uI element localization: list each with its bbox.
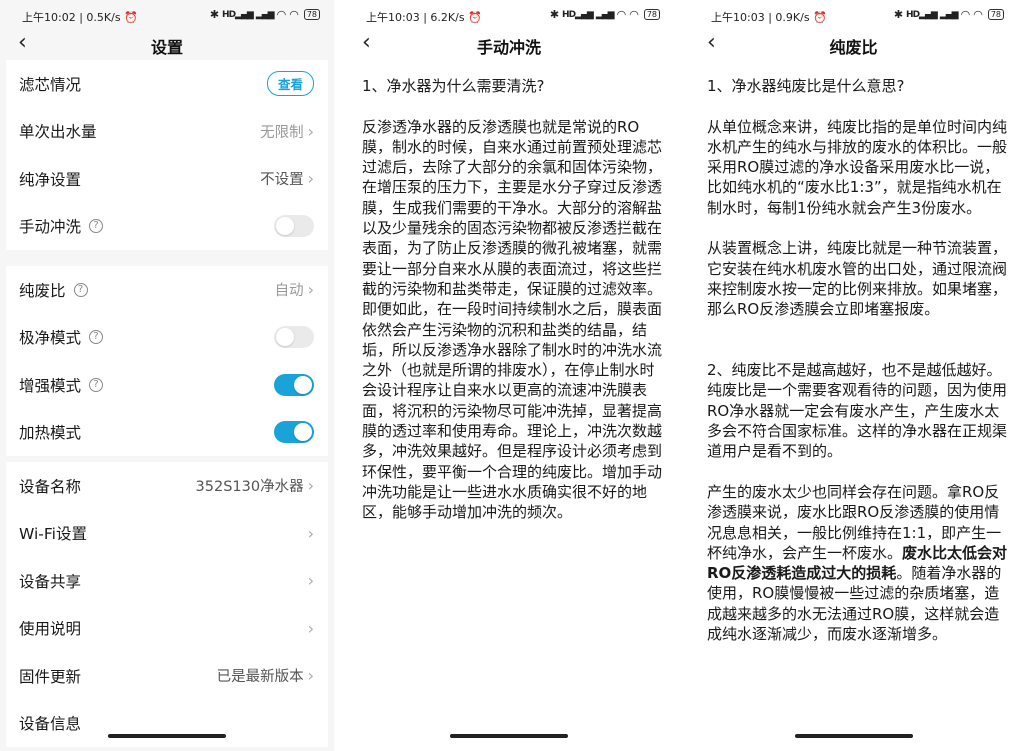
bluetooth-icon: ✱ (209, 8, 220, 21)
row-user-manual[interactable]: 使用说明 › (6, 605, 328, 653)
row-manual-flush: 手动冲洗 ? (6, 203, 328, 251)
row-ultra-pure-mode: 极净模式 ? (6, 314, 328, 362)
home-indicator[interactable] (108, 734, 226, 738)
row-heating-mode: 加热模式 (6, 409, 328, 457)
bluetooth-icon: ✱ (893, 8, 904, 21)
chevron-right-icon: › (307, 280, 314, 300)
nav-bar: ‹ 设置 (0, 30, 334, 58)
status-speed: 6.2K/s (430, 11, 465, 24)
article-paragraph: 反渗透净水器的反渗透膜也就是常说的RO膜，制水的时候，自来水通过前置预处理滤芯过… (362, 117, 663, 522)
page-title: 设置 (150, 38, 183, 57)
article-paragraph: 纯废比是一个需要客观看待的问题，因为使用RO净水器就一定会有废水产生，产生废水太… (707, 381, 1008, 461)
chevron-right-icon: › (307, 476, 314, 496)
row-waste-ratio[interactable]: 纯废比 ? 自动 › (6, 266, 328, 314)
status-time: 上午10:02 (22, 11, 76, 24)
hotspot-icon: ◠ (973, 8, 983, 21)
home-indicator[interactable] (794, 734, 913, 738)
page-title: 纯废比 (829, 38, 878, 57)
row-filter-status[interactable]: 滤芯情况 查看 (6, 60, 328, 108)
bluetooth-icon: ✱ (549, 8, 560, 21)
home-indicator[interactable] (450, 734, 568, 738)
wifi-icon: ◠ (616, 8, 627, 21)
article-paragraph: 产生的废水太少也同样会存在问题。拿RO反渗透膜来说，废水比跟RO反渗透膜的使用情… (707, 482, 1008, 644)
battery-icon: 78 (303, 9, 320, 20)
chevron-right-icon: › (307, 169, 314, 189)
wifi-icon: ◠ (276, 8, 287, 21)
article-paragraph: 从单位概念来讲，纯废比指的是单位时间内纯水机产生的纯水与排放的废水的体积比。一般… (707, 117, 1008, 217)
help-icon[interactable]: ? (89, 377, 104, 392)
battery-icon: 78 (643, 9, 660, 20)
signal-icon: HD▂▄▆ (222, 9, 254, 20)
settings-group-2: 纯废比 ? 自动 › 极净模式 ? 增强模式 ? 加热模式 (6, 266, 328, 456)
manual-flush-toggle[interactable] (274, 215, 314, 238)
chevron-right-icon: › (307, 523, 314, 543)
heating-mode-toggle[interactable] (274, 421, 314, 444)
hotspot-icon: ◠ (289, 8, 299, 21)
settings-group-1: 滤芯情况 查看 单次出水量 无限制 › 纯净设置 不设置 › 手动冲洗 ? (6, 60, 328, 250)
row-boost-mode: 增强模式 ? (6, 361, 328, 409)
row-single-output[interactable]: 单次出水量 无限制 › (6, 108, 328, 156)
status-bar: 上午10:03 | 6.2K/s ⏰ ✱ HD▂▄▆ ▂▄▆ ◠ ◠ 78 (344, 7, 674, 25)
chevron-right-icon: › (307, 618, 314, 638)
help-icon[interactable]: ? (89, 330, 104, 345)
page-title: 手动冲洗 (476, 38, 541, 57)
article-heading: 1、净水器纯废比是什么意思? (707, 77, 905, 95)
nav-bar: ‹ 手动冲洗 (344, 30, 674, 58)
wifi-icon: ◠ (960, 8, 971, 21)
status-time: 上午10:03 (711, 11, 765, 24)
row-purity-setting[interactable]: 纯净设置 不设置 › (6, 155, 328, 203)
manual-flush-screen: 上午10:03 | 6.2K/s ⏰ ✱ HD▂▄▆ ▂▄▆ ◠ ◠ 78 ‹ … (344, 0, 674, 751)
status-bar: 上午10:03 | 0.9K/s ⏰ ✱ HD▂▄▆ ▂▄▆ ◠ ◠ 78 (689, 7, 1018, 25)
settings-group-3: 设备名称 352S130净水器 › Wi-Fi设置 › 设备共享 › 使用说明 ›… (6, 462, 328, 747)
signal-icon-2: ▂▄▆ (595, 9, 615, 20)
status-speed: 0.5K/s (86, 11, 121, 24)
article-paragraph: 从装置概念上讲，纯废比就是一种节流装置，它安装在纯水机废水管的出口处，通过限流阀… (707, 239, 1008, 319)
waste-ratio-screen: 上午10:03 | 0.9K/s ⏰ ✱ HD▂▄▆ ▂▄▆ ◠ ◠ 78 ‹ … (689, 0, 1018, 751)
status-time: 上午10:03 (366, 11, 420, 24)
chevron-right-icon: › (307, 666, 314, 686)
article-heading: 1、净水器为什么需要清洗? (362, 77, 545, 95)
article-body: 1、净水器为什么需要清洗? 反渗透净水器的反渗透膜也就是常说的RO膜，制水的时候… (362, 76, 664, 543)
signal-icon-2: ▂▄▆ (939, 9, 959, 20)
ultra-pure-toggle[interactable] (274, 326, 314, 349)
row-device-name[interactable]: 设备名称 352S130净水器 › (6, 462, 328, 510)
signal-icon: HD▂▄▆ (906, 9, 938, 20)
help-icon[interactable]: ? (73, 282, 88, 297)
hotspot-icon: ◠ (629, 8, 639, 21)
article-heading-2: 2、纯废比不是越高越好，也不是越低越好。 (707, 361, 1002, 380)
settings-screen: 上午10:02 | 0.5K/s ⏰ ✱ HD▂▄▆ ▂▄▆ ◠ ◠ 78 ‹ … (0, 0, 334, 751)
status-speed: 0.9K/s (775, 11, 810, 24)
chevron-right-icon: › (307, 571, 314, 591)
row-device-info[interactable]: 设备信息 (6, 700, 328, 748)
signal-icon-2: ▂▄▆ (255, 9, 275, 20)
row-firmware-update[interactable]: 固件更新 已是最新版本 › (6, 652, 328, 700)
article-body: 1、净水器纯废比是什么意思? 从单位概念来讲，纯废比指的是单位时间内纯水机产生的… (707, 76, 1008, 665)
row-device-sharing[interactable]: 设备共享 › (6, 557, 328, 605)
chevron-right-icon: › (307, 121, 314, 141)
boost-mode-toggle[interactable] (274, 373, 314, 396)
view-button[interactable]: 查看 (266, 71, 314, 97)
signal-icon: HD▂▄▆ (562, 9, 594, 20)
nav-bar: ‹ 纯废比 (689, 30, 1018, 58)
status-bar: 上午10:02 | 0.5K/s ⏰ ✱ HD▂▄▆ ▂▄▆ ◠ ◠ 78 (0, 7, 334, 25)
row-wifi-settings[interactable]: Wi-Fi设置 › (6, 510, 328, 558)
help-icon[interactable]: ? (89, 219, 104, 234)
battery-icon: 78 (987, 9, 1004, 20)
